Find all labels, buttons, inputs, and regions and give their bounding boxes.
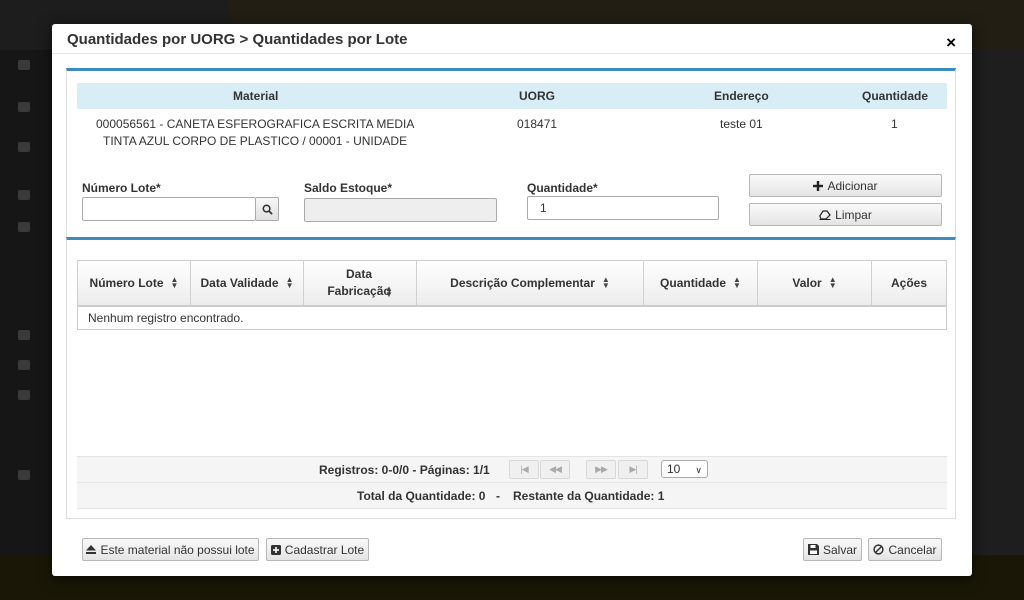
background-sidebar xyxy=(0,50,52,555)
sem-lote-button[interactable]: Este material não possui lote xyxy=(82,538,259,561)
sort-icon: ▲ ▼ xyxy=(601,275,610,290)
next-page-button[interactable]: ▶▶ xyxy=(586,460,616,479)
plus-icon xyxy=(813,180,824,191)
background-menu-icon xyxy=(18,330,30,340)
column-data-fabricacao[interactable]: Data Fabricação ▲ ▼ xyxy=(304,261,417,305)
column-acoes: Ações xyxy=(872,261,946,305)
save-icon xyxy=(807,544,819,555)
cadastrar-lote-button[interactable]: Cadastrar Lote xyxy=(266,538,369,561)
background-menu-icon xyxy=(18,60,30,70)
page-size-value: 10 xyxy=(667,462,681,476)
column-valor[interactable]: Valor ▲ ▼ xyxy=(758,261,872,305)
sort-icon: ▲ ▼ xyxy=(828,275,837,290)
numero-lote-label: Número Lote* xyxy=(82,181,161,195)
column-label: Ações xyxy=(890,276,928,290)
sem-lote-label: Este material não possui lote xyxy=(100,542,255,557)
cancelar-label: Cancelar xyxy=(888,542,937,557)
header-quantidade: Quantidade xyxy=(862,89,929,103)
dialog-header: Quantidades por UORG > Quantidades por L… xyxy=(52,24,972,54)
material-description-line1: 000056561 - CANETA ESFEROGRAFICA ESCRITA… xyxy=(96,117,415,131)
material-panel: Material UORG Endereço Quantidade 000056… xyxy=(66,68,956,238)
material-table-header: Material UORG Endereço Quantidade xyxy=(77,83,947,109)
material-endereco: teste 01 xyxy=(720,117,763,131)
lotes-table: Número Lote ▲ ▼ Data Validade ▲ ▼ Data Fab… xyxy=(77,260,947,330)
last-page-button[interactable]: ▶| xyxy=(618,460,648,479)
background-menu-icon xyxy=(18,142,30,152)
first-page-button[interactable]: |◀ xyxy=(509,460,539,479)
lotes-table-header: Número Lote ▲ ▼ Data Validade ▲ ▼ Data Fab… xyxy=(78,261,946,307)
quantidade-input[interactable] xyxy=(527,196,719,220)
column-descricao-complementar[interactable]: Descrição Complementar ▲ ▼ xyxy=(417,261,644,305)
lotes-panel: Número Lote ▲ ▼ Data Validade ▲ ▼ Data Fab… xyxy=(66,237,956,519)
background-menu-icon xyxy=(18,222,30,232)
sort-icon: ▲ ▼ xyxy=(170,275,179,290)
eject-icon xyxy=(86,545,97,554)
sort-icon: ▲ ▼ xyxy=(285,275,294,290)
material-uorg: 018471 xyxy=(517,117,558,131)
limpar-label: Limpar xyxy=(835,207,872,222)
column-label: Data Fabricação xyxy=(327,267,391,298)
first-page-icon: |◀ xyxy=(520,464,528,474)
pagination-summary: Registros: 0-0/0 - Páginas: 1/1 xyxy=(319,463,490,477)
totals-bar: Total da Quantidade: 0 - Restante da Qua… xyxy=(77,483,947,509)
previous-page-button[interactable]: ◀◀ xyxy=(540,460,570,479)
column-label: Descrição Complementar xyxy=(450,276,595,290)
column-label: Quantidade xyxy=(660,276,727,290)
column-label: Número Lote xyxy=(89,276,164,290)
column-label: Valor xyxy=(792,276,822,290)
background-menu-icon xyxy=(18,470,30,480)
restante-quantidade: Restante da Quantidade: 1 xyxy=(513,489,665,503)
saldo-estoque-input xyxy=(304,198,497,222)
total-quantidade: Total da Quantidade: 0 xyxy=(357,489,486,503)
background-menu-icon xyxy=(18,390,30,400)
column-label: Data Validade xyxy=(200,276,279,290)
plus-square-icon xyxy=(270,544,281,555)
paginator: Registros: 0-0/0 - Páginas: 1/1 |◀ ◀◀ ▶▶… xyxy=(77,456,947,483)
column-numero-lote[interactable]: Número Lote ▲ ▼ xyxy=(78,261,191,305)
cancelar-button[interactable]: Cancelar xyxy=(868,538,942,561)
search-lote-button[interactable] xyxy=(256,197,279,221)
dialog-title: Quantidades por UORG > Quantidades por L… xyxy=(67,31,408,48)
column-quantidade[interactable]: Quantidade ▲ ▼ xyxy=(644,261,758,305)
chevron-down-icon: ∨ xyxy=(695,465,702,475)
numero-lote-input[interactable] xyxy=(82,197,256,221)
background-menu-icon xyxy=(18,102,30,112)
adicionar-label: Adicionar xyxy=(827,178,878,193)
page-size-select[interactable]: 10 ∨ xyxy=(661,460,708,478)
column-data-validade[interactable]: Data Validade ▲ ▼ xyxy=(191,261,304,305)
material-quantidade: 1 xyxy=(891,117,898,131)
salvar-label: Salvar xyxy=(822,542,857,557)
sort-icon: ▲ ▼ xyxy=(733,275,741,290)
quantidade-label: Quantidade* xyxy=(527,181,598,195)
header-endereco: Endereço xyxy=(714,89,769,103)
salvar-button[interactable]: Salvar xyxy=(803,538,862,561)
search-icon xyxy=(262,204,273,215)
eraser-icon xyxy=(819,209,831,220)
totals-separator: - xyxy=(496,489,500,503)
background-menu-icon xyxy=(18,190,30,200)
header-uorg: UORG xyxy=(519,89,555,103)
limpar-button[interactable]: Limpar xyxy=(749,203,942,226)
last-page-icon: ▶| xyxy=(629,464,637,474)
material-description-line2: TINTA AZUL CORPO DE PLASTICO / 00001 - U… xyxy=(103,134,408,148)
saldo-estoque-label: Saldo Estoque* xyxy=(304,181,393,195)
sort-icon: ▲ ▼ xyxy=(385,283,393,299)
cadastrar-lote-label: Cadastrar Lote xyxy=(284,542,365,557)
close-icon[interactable]: × xyxy=(946,34,956,51)
adicionar-button[interactable]: Adicionar xyxy=(749,174,942,197)
header-material: Material xyxy=(233,89,279,103)
ban-icon xyxy=(873,544,885,555)
lote-quantities-dialog: Quantidades por UORG > Quantidades por L… xyxy=(52,24,972,576)
previous-page-icon: ◀◀ xyxy=(549,464,562,474)
background-menu-icon xyxy=(18,360,30,370)
empty-message: Nenhum registro encontrado. xyxy=(88,311,244,325)
next-page-icon: ▶▶ xyxy=(595,464,608,474)
